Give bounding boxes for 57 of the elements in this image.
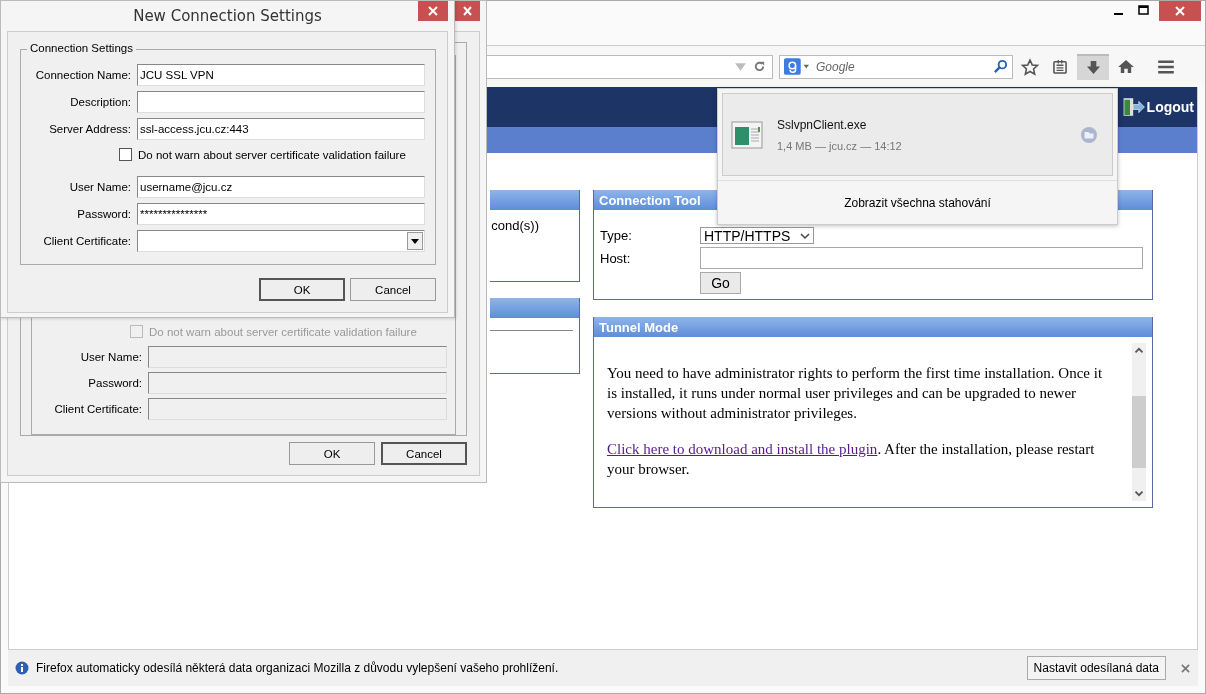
search-icon[interactable] bbox=[993, 59, 1008, 74]
panel-title: Connection Tool bbox=[599, 192, 701, 208]
download-arrow-icon bbox=[1085, 60, 1101, 75]
instructions-paragraph: You need to have administrator rights to perform the first time installation. Once it is installed, it runs under normal user privileges and can be upgraded to newer versions without administrator privileges. bbox=[607, 364, 1104, 423]
show-all-downloads-link[interactable]: Zobrazit všechna stahování bbox=[718, 180, 1117, 224]
field-label: Client Certificate: bbox=[53, 403, 142, 415]
search-input[interactable]: Google bbox=[814, 58, 989, 75]
dropdown-field[interactable] bbox=[137, 230, 425, 252]
field-label: Password: bbox=[76, 208, 131, 220]
input-field[interactable] bbox=[137, 91, 425, 113]
checkbox-label: Do not warn about server certificate validation failure bbox=[149, 325, 417, 338]
download-button[interactable] bbox=[1077, 53, 1109, 80]
close-icon[interactable] bbox=[455, 1, 480, 21]
checkbox-label: Do not warn about server certificate validation failure bbox=[138, 148, 406, 161]
input-field[interactable]: *************** bbox=[137, 203, 425, 225]
search-engine-icon[interactable] bbox=[784, 58, 810, 75]
input-field[interactable]: ssl-access.jcu.cz:443 bbox=[137, 118, 425, 140]
panel-title: Tunnel Mode bbox=[599, 319, 679, 335]
field-label: Description: bbox=[69, 96, 131, 108]
scrollbar[interactable] bbox=[1132, 343, 1146, 501]
data-settings-button[interactable]: Nastavit odesílaná data bbox=[1026, 656, 1166, 680]
dialog-button[interactable]: Cancel bbox=[350, 278, 436, 301]
dialog-button[interactable]: Cancel bbox=[381, 442, 467, 465]
dialog-title: New Connection Settings bbox=[132, 6, 323, 27]
logout-link[interactable]: Logout bbox=[1121, 96, 1194, 118]
download-paragraph: Click here to download and install the plugin. After the installation, please restart your browser. bbox=[607, 440, 1096, 479]
field-label: Client Certificate: bbox=[42, 235, 131, 247]
panel-text: cond(s)) bbox=[490, 218, 540, 233]
dialog-button[interactable]: OK bbox=[259, 278, 345, 301]
logout-door-icon bbox=[1121, 96, 1146, 118]
file-details: 1,4 MB — jcu.cz — 14:12 bbox=[777, 139, 903, 152]
notification-message: Firefox automaticky odesílá některá data organizaci Mozilla z důvodu vylepšení vašeho prohlížení. bbox=[36, 661, 560, 675]
type-select[interactable]: HTTP/HTTPS bbox=[700, 227, 814, 244]
download-item[interactable]: SslvpnClient.exe 1,4 MB — jcu.cz — 14:12 bbox=[722, 93, 1113, 176]
close-icon[interactable] bbox=[1181, 663, 1190, 673]
reload-icon[interactable] bbox=[753, 60, 766, 73]
file-name: SslvpnClient.exe bbox=[777, 117, 868, 132]
dialog-button[interactable]: OK bbox=[289, 442, 375, 465]
field-label: User Name: bbox=[79, 351, 142, 363]
info-icon bbox=[15, 661, 29, 675]
input-field[interactable]: JCU SSL VPN bbox=[137, 64, 425, 86]
search-field[interactable]: Google bbox=[779, 54, 1013, 79]
chevron-icon bbox=[800, 231, 810, 240]
type-label: Type: bbox=[600, 228, 633, 243]
host-field[interactable] bbox=[700, 247, 1143, 269]
host-label: Host: bbox=[600, 250, 632, 266]
group-title: Connection Settings bbox=[27, 42, 136, 54]
application-file-icon bbox=[731, 120, 763, 149]
close-icon[interactable] bbox=[418, 1, 448, 21]
field-label: User Name: bbox=[68, 181, 131, 193]
input-field[interactable]: username@jcu.cz bbox=[137, 176, 425, 198]
field-label: Connection Name: bbox=[34, 69, 131, 81]
field-label: Password: bbox=[87, 377, 142, 389]
checkbox[interactable] bbox=[119, 148, 132, 161]
go-button[interactable]: Go bbox=[700, 272, 741, 294]
field-label: Server Address: bbox=[48, 123, 131, 135]
close-icon[interactable] bbox=[1159, 1, 1201, 21]
